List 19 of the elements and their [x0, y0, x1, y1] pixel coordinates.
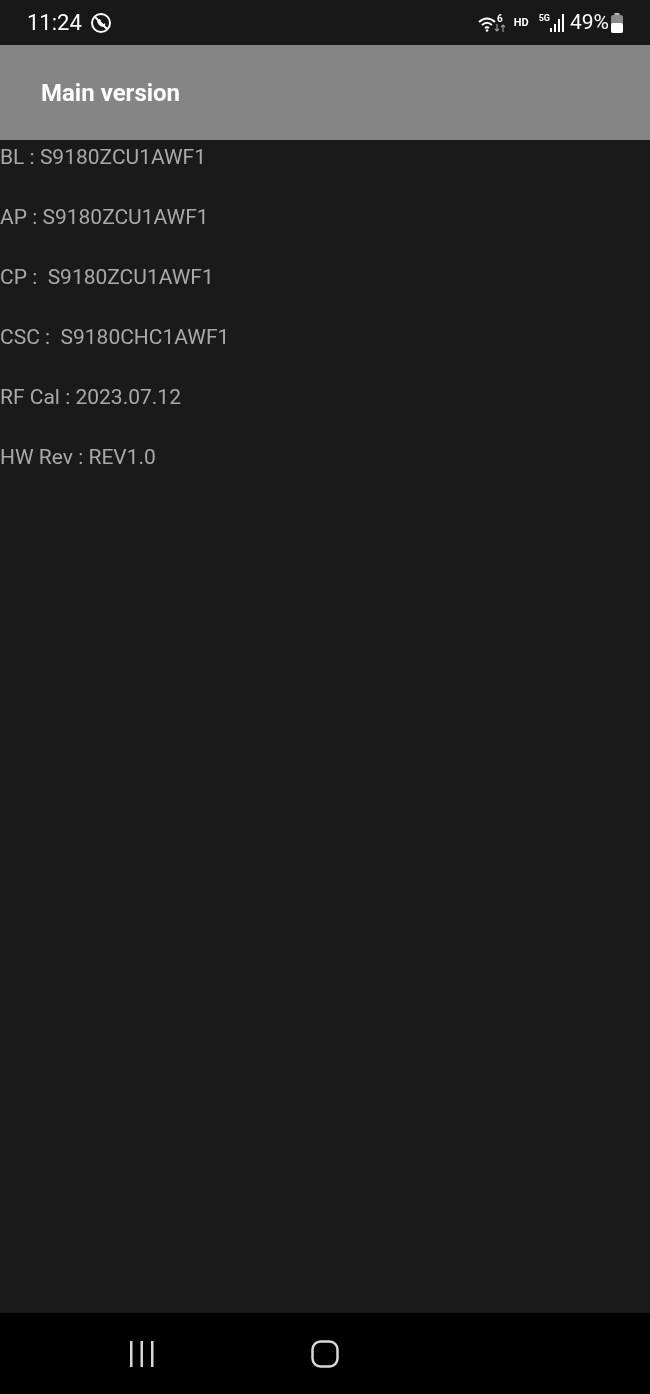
battery-icon — [611, 12, 623, 33]
data-arrows-icon — [493, 23, 506, 32]
hd-voice-label: HD — [513, 17, 529, 28]
clock: 11:24 — [27, 11, 82, 34]
home-icon[interactable] — [311, 1339, 339, 1368]
wifi-icon — [477, 15, 496, 32]
version-info-line: RF Cal : 2023.07.12 — [0, 385, 181, 409]
blocked-call-icon — [89, 11, 112, 34]
signal-icon — [550, 13, 564, 32]
battery-percentage: 49% — [570, 12, 609, 33]
recent-apps-icon[interactable] — [127, 1340, 156, 1367]
version-info-line: CP : S9180ZCU1AWF1 — [0, 265, 214, 289]
version-info-line: BL : S9180ZCU1AWF1 — [0, 145, 206, 169]
version-info-line: HW Rev : REV1.0 — [0, 445, 156, 469]
app-bar-title: Main version — [41, 77, 181, 109]
network-type-label: 5G — [538, 13, 550, 23]
wifi-standard-label: 6 — [496, 13, 503, 24]
version-info-line: CSC : S9180CHC1AWF1 — [0, 325, 230, 349]
version-info-line: AP : S9180ZCU1AWF1 — [0, 205, 209, 229]
